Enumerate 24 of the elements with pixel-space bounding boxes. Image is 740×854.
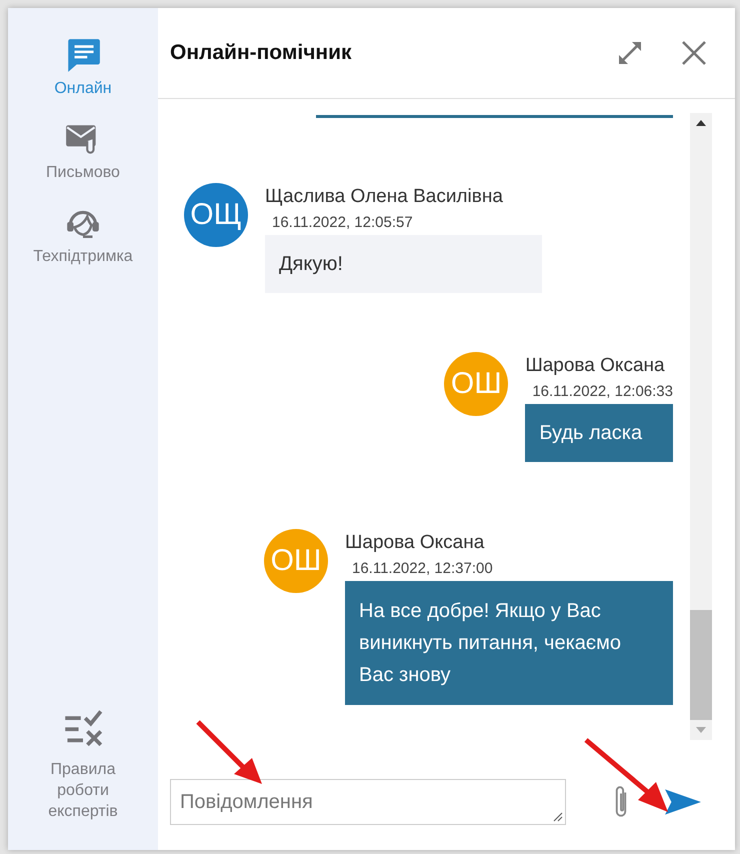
sidebar-tab[interactable]: Техпідтримка: [33, 204, 133, 266]
sender-name: Шарова Оксана: [345, 532, 486, 554]
sender-name: Щаслива Олена Василівна: [265, 186, 503, 208]
sender-name: Шарова Оксана: [525, 355, 666, 377]
avatar: ОШ: [264, 529, 328, 593]
sidebar-tab[interactable]: Онлайн: [54, 36, 112, 98]
rules-link[interactable]: Правила роботи експертів: [33, 707, 133, 822]
message-bubble: На все добре! Якщо у Вас виникнуть питання, чекаємо Вас знову: [345, 581, 673, 705]
sidebar-tab[interactable]: Письмово: [46, 120, 120, 182]
send-icon[interactable]: [664, 788, 702, 816]
avatar: ОШ: [444, 352, 508, 416]
message-bubble: Будь ласка: [525, 404, 673, 462]
message-time: 16.11.2022, 12:05:57: [272, 214, 413, 231]
message-time: 16.11.2022, 12:37:00: [352, 560, 494, 577]
scroll-up-icon[interactable]: [695, 119, 707, 127]
message-bubble: Дякую!: [265, 235, 542, 293]
avatar: ОЩ: [184, 183, 248, 247]
message-field[interactable]: Повідомлення: [170, 779, 566, 825]
message-time: 16.11.2022, 12:06:33: [532, 383, 673, 400]
annotation-arrow: [194, 718, 264, 786]
window-title: Онлайн-помічник: [170, 41, 352, 65]
scrollbar[interactable]: [690, 113, 712, 740]
resize-grip-icon[interactable]: [553, 812, 563, 822]
scrollbar-thumb[interactable]: [690, 610, 712, 720]
